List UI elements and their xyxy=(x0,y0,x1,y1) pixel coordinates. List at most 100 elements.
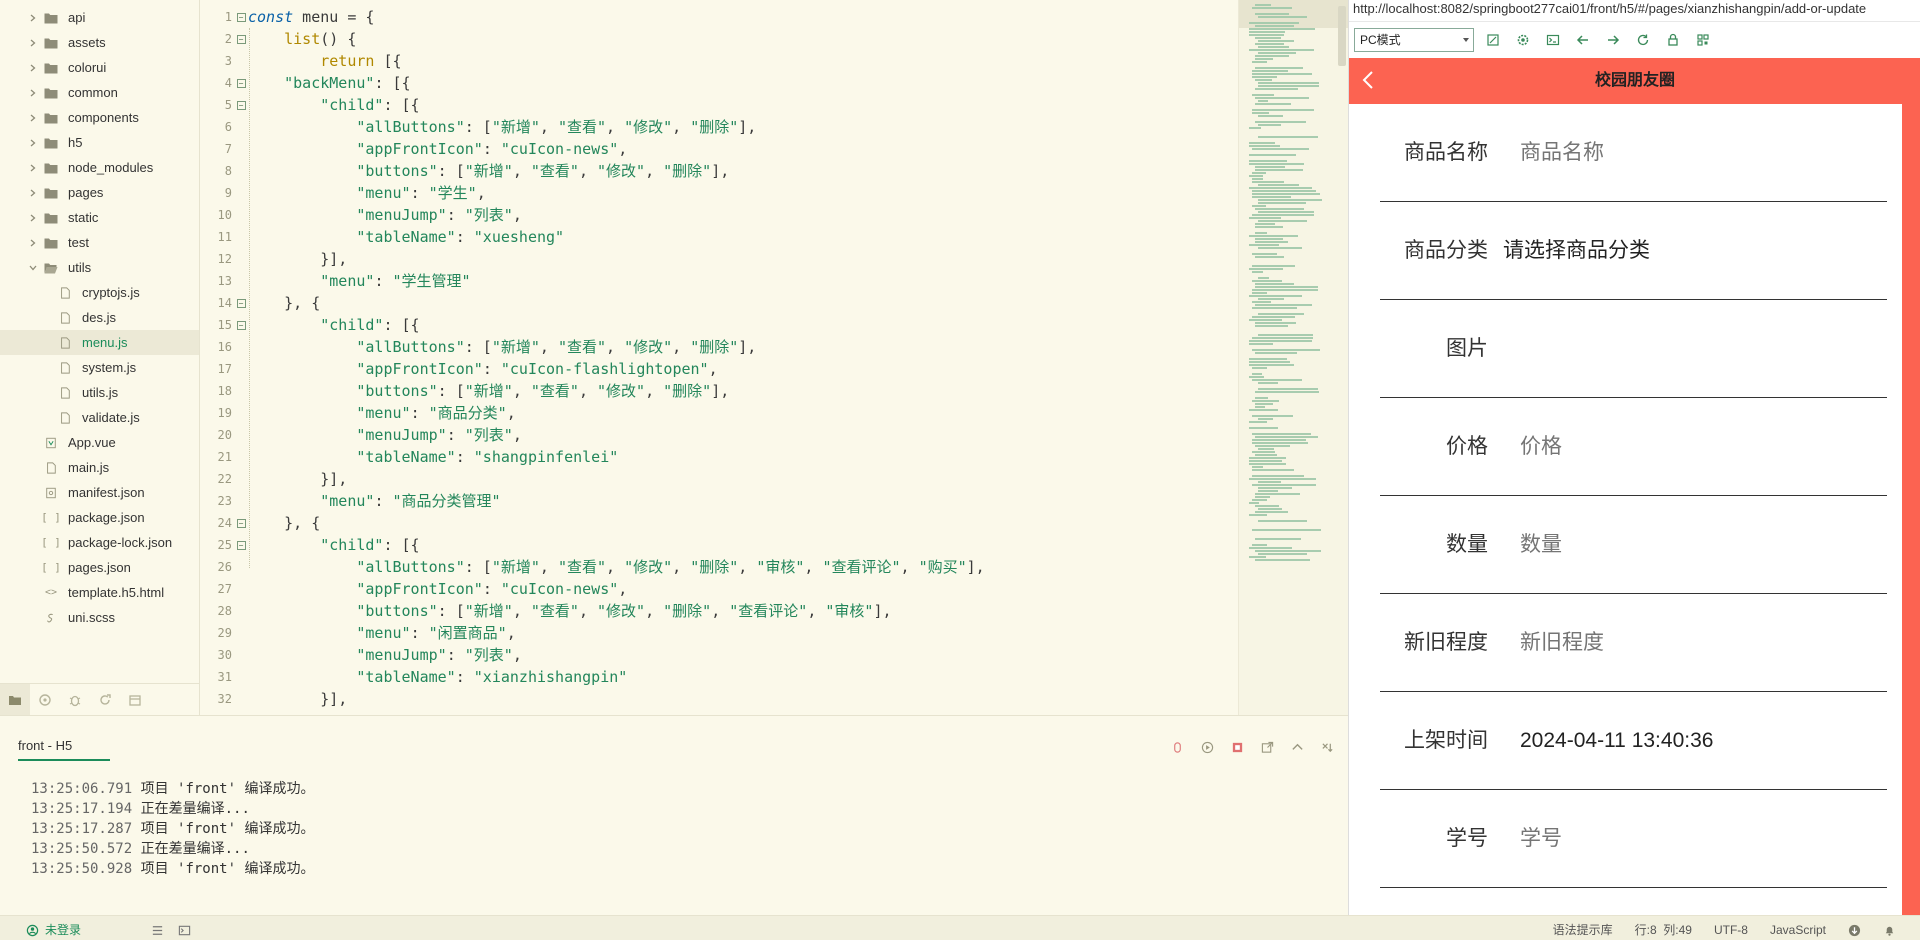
code-line[interactable]: 7 "appFrontIcon": "cuIcon-news", xyxy=(201,138,1231,160)
code-line[interactable]: 4− "backMenu": [{ xyxy=(201,72,1231,94)
tree-file[interactable]: validate.js xyxy=(0,405,199,430)
back-chevron-icon[interactable] xyxy=(1361,70,1381,92)
tree-file[interactable]: system.js xyxy=(0,355,199,380)
editor-scrollbar[interactable] xyxy=(1338,6,1346,66)
code-line[interactable]: 6 "allButtons": ["新增", "查看", "修改", "删除"]… xyxy=(201,116,1231,138)
file-encoding[interactable]: UTF-8 xyxy=(1714,923,1748,937)
code-line[interactable]: 2− list() { xyxy=(201,28,1231,50)
code-line[interactable]: 19 "menu": "商品分类", xyxy=(201,402,1231,424)
fold-toggle[interactable]: − xyxy=(234,6,248,28)
code-editor[interactable]: 1− const menu = {2− list() {3 return [{4−… xyxy=(201,0,1238,715)
fold-toggle[interactable]: − xyxy=(234,314,248,336)
code-line[interactable]: 25− "child": [{ xyxy=(201,534,1231,556)
tree-file[interactable]: menu.js xyxy=(0,330,199,355)
code-line[interactable]: 22 }], xyxy=(201,468,1231,490)
chevron-right-icon[interactable] xyxy=(28,113,38,123)
tree-file[interactable]: [ ] pages.json xyxy=(0,555,199,580)
tree-folder[interactable]: common xyxy=(0,80,199,105)
tree-file[interactable]: des.js xyxy=(0,305,199,330)
reload-icon[interactable] xyxy=(1632,29,1654,51)
fold-toggle[interactable]: − xyxy=(234,94,248,116)
form-input[interactable] xyxy=(1520,104,1880,202)
code-line[interactable]: 18 "buttons": ["新增", "查看", "修改", "删除"], xyxy=(201,380,1231,402)
code-line[interactable]: 8 "buttons": ["新增", "查看", "修改", "删除"], xyxy=(201,160,1231,182)
code-line[interactable]: 5− "child": [{ xyxy=(201,94,1231,116)
fold-minus-icon[interactable]: − xyxy=(236,100,246,110)
datetime-picker[interactable]: 2024-04-11 13:40:36 xyxy=(1520,692,1880,790)
code-line[interactable]: 27 "appFrontIcon": "cuIcon-news", xyxy=(201,578,1231,600)
chevron-right-icon[interactable] xyxy=(28,238,38,248)
language-mode[interactable]: JavaScript xyxy=(1770,923,1826,937)
tree-folder[interactable]: h5 xyxy=(0,130,199,155)
form-input[interactable] xyxy=(1520,496,1880,594)
url-bar[interactable]: http://localhost:8082/springboot277cai01… xyxy=(1349,0,1920,22)
qr-code-icon[interactable] xyxy=(1692,29,1714,51)
tree-folder[interactable]: colorui xyxy=(0,55,199,80)
form-input[interactable] xyxy=(1520,398,1880,496)
chevron-up-icon[interactable] xyxy=(1286,738,1308,756)
plugin-icon[interactable] xyxy=(30,684,60,716)
chevron-right-icon[interactable] xyxy=(28,213,38,223)
form-input[interactable] xyxy=(1520,790,1880,888)
code-line[interactable]: 32 }], xyxy=(201,688,1231,710)
chevron-right-icon[interactable] xyxy=(28,88,38,98)
square-stop-icon[interactable] xyxy=(1226,738,1248,756)
console-icon[interactable] xyxy=(1542,29,1564,51)
folder-icon[interactable] xyxy=(0,683,30,716)
tree-file[interactable]: uni.scss xyxy=(0,605,199,630)
clear-icon[interactable] xyxy=(1316,738,1338,756)
code-line[interactable]: 11 "tableName": "xuesheng" xyxy=(201,226,1231,248)
code-line[interactable]: 17 "appFrontIcon": "cuIcon-flashlightope… xyxy=(201,358,1231,380)
tree-folder[interactable]: test xyxy=(0,230,199,255)
device-mode-select[interactable]: PC模式 xyxy=(1354,28,1474,52)
tree-file[interactable]: manifest.json xyxy=(0,480,199,505)
cursor-position[interactable]: 行:8 列:49 xyxy=(1635,921,1692,938)
back-arrow-icon[interactable] xyxy=(1572,29,1594,51)
fold-toggle[interactable]: − xyxy=(234,534,248,556)
fold-toggle[interactable]: − xyxy=(234,72,248,94)
image-upload[interactable] xyxy=(1520,300,1880,398)
code-line[interactable]: 1− const menu = { xyxy=(201,6,1231,28)
page-scrollbar[interactable] xyxy=(1902,104,1920,915)
syntax-hint-library[interactable]: 语法提示库 xyxy=(1553,921,1613,938)
code-line[interactable]: 26 "allButtons": ["新增", "查看", "修改", "删除"… xyxy=(201,556,1231,578)
fold-minus-icon[interactable]: − xyxy=(236,320,246,330)
code-line[interactable]: 9 "menu": "学生", xyxy=(201,182,1231,204)
code-line[interactable]: 20 "menuJump": "列表", xyxy=(201,424,1231,446)
code-line[interactable]: 15− "child": [{ xyxy=(201,314,1231,336)
tree-folder[interactable]: pages xyxy=(0,180,199,205)
settings-gear-icon[interactable] xyxy=(1512,29,1534,51)
fold-minus-icon[interactable]: − xyxy=(236,298,246,308)
tree-folder[interactable]: node_modules xyxy=(0,155,199,180)
forward-arrow-icon[interactable] xyxy=(1602,29,1624,51)
lock-icon[interactable] xyxy=(1662,29,1684,51)
code-line[interactable]: 14− }, { xyxy=(201,292,1231,314)
tree-file[interactable]: [ ] package.json xyxy=(0,505,199,530)
fold-toggle[interactable]: − xyxy=(234,292,248,314)
refresh-icon[interactable] xyxy=(90,684,120,716)
notification-bell-icon[interactable] xyxy=(1883,922,1896,936)
fold-toggle[interactable]: − xyxy=(234,28,248,50)
code-line[interactable]: 30 "menuJump": "列表", xyxy=(201,644,1231,666)
list-icon[interactable] xyxy=(151,922,164,936)
console-tab[interactable]: front - H5 xyxy=(18,738,110,761)
screenshot-icon[interactable] xyxy=(1482,29,1504,51)
download-icon[interactable] xyxy=(1848,922,1861,936)
category-select[interactable]: 请选择商品分类 xyxy=(1503,202,1863,300)
code-line[interactable]: 24− }, { xyxy=(201,512,1231,534)
tree-file[interactable]: [ ] package-lock.json xyxy=(0,530,199,555)
chevron-right-icon[interactable] xyxy=(28,163,38,173)
chevron-right-icon[interactable] xyxy=(28,38,38,48)
minimap[interactable] xyxy=(1238,0,1348,715)
tree-folder[interactable]: assets xyxy=(0,30,199,55)
tree-folder[interactable]: static xyxy=(0,205,199,230)
code-line[interactable]: 3 return [{ xyxy=(201,50,1231,72)
fold-minus-icon[interactable]: − xyxy=(236,12,246,22)
code-line[interactable]: 12 }], xyxy=(201,248,1231,270)
chevron-right-icon[interactable] xyxy=(28,63,38,73)
chevron-right-icon[interactable] xyxy=(28,188,38,198)
open-external-icon[interactable] xyxy=(1256,738,1278,756)
code-line[interactable]: 16 "allButtons": ["新增", "查看", "修改", "删除"… xyxy=(201,336,1231,358)
tree-file[interactable]: cryptojs.js xyxy=(0,280,199,305)
package-icon[interactable] xyxy=(120,684,150,716)
